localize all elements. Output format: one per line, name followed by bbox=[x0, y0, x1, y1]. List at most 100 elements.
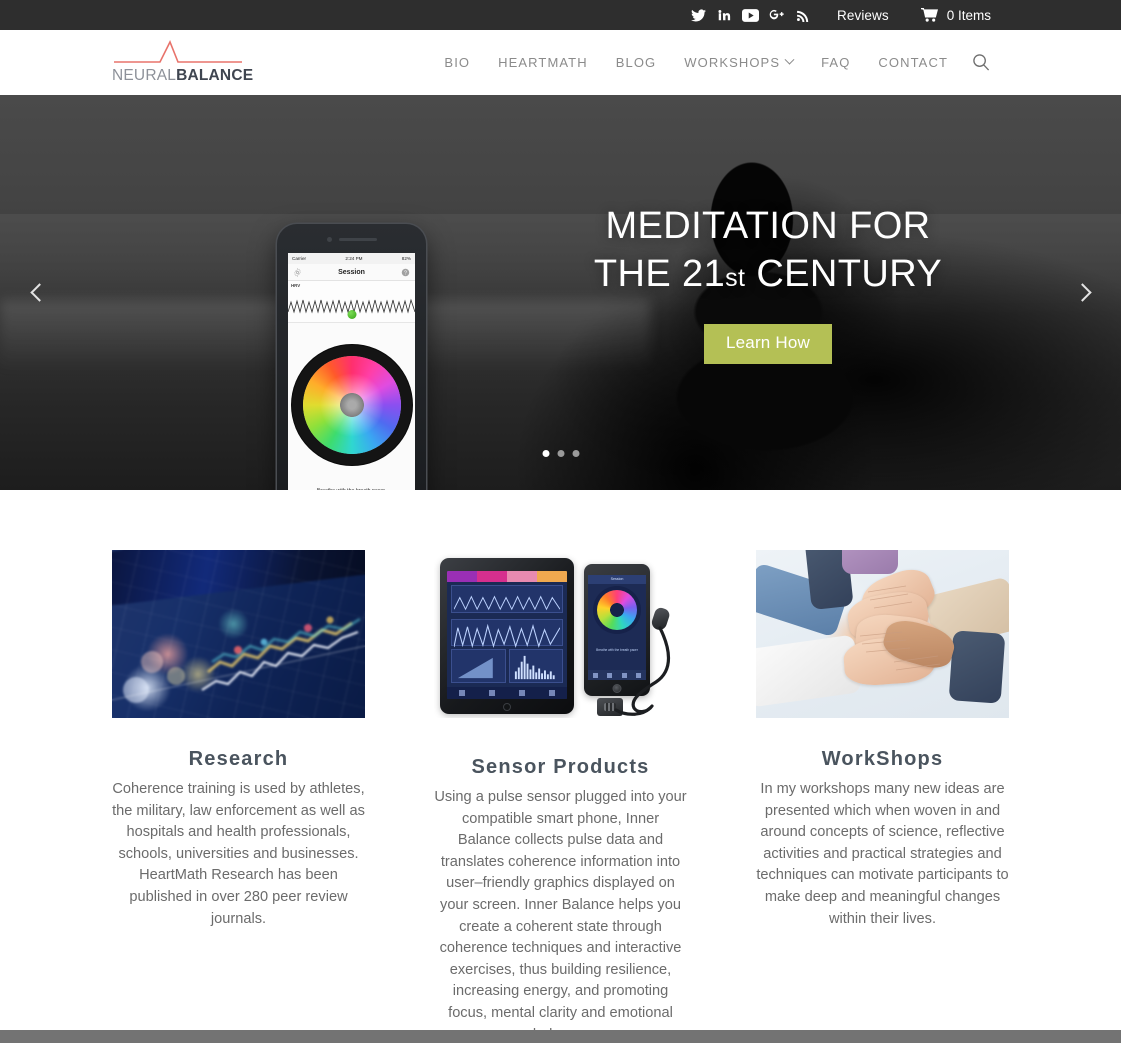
iphone-screen: Session Breathe with the breath pacer bbox=[588, 575, 646, 680]
hrv-label: HRV bbox=[291, 283, 301, 288]
ipad-achievement-chart bbox=[457, 657, 493, 679]
cart-count-label: 0 Items bbox=[946, 7, 991, 23]
linkedin-icon[interactable] bbox=[711, 0, 737, 30]
site-logo[interactable]: NEURALBALANCE bbox=[112, 40, 253, 85]
search-icon[interactable] bbox=[972, 53, 991, 72]
phone-speaker bbox=[326, 237, 377, 242]
nav-item-workshops[interactable]: WORKSHOPS bbox=[670, 54, 807, 70]
card-research-title: Research bbox=[188, 748, 289, 770]
help-icon[interactable]: ? bbox=[401, 268, 410, 277]
feature-cards: Research Coherence training is used by a… bbox=[0, 490, 1121, 1046]
iphone-home-button bbox=[612, 684, 622, 693]
ipad-spectrum-chart bbox=[514, 655, 555, 680]
ipad-pulse-wave bbox=[454, 623, 560, 648]
google-plus-icon[interactable] bbox=[763, 0, 789, 30]
carrier-label: Carrier bbox=[292, 256, 307, 261]
nav-item-heartmath-label: HEARTMATH bbox=[498, 55, 588, 70]
social-links bbox=[685, 0, 815, 30]
hero-headline-line1: MEDITATION FOR bbox=[605, 205, 931, 248]
nav-item-bio[interactable]: BIO bbox=[430, 55, 484, 70]
slider-prev-arrow[interactable] bbox=[22, 276, 56, 310]
battery-label: 82% bbox=[401, 256, 411, 261]
ipad-home-button bbox=[503, 703, 511, 711]
research-chart-photo[interactable] bbox=[112, 550, 365, 718]
nav-menu: BIO HEARTMATH BLOG WORKSHOPS FAQ CONTACT bbox=[430, 53, 991, 72]
nav-item-heartmath[interactable]: HEARTMATH bbox=[484, 55, 602, 70]
svg-text:?: ? bbox=[404, 270, 407, 276]
rss-icon[interactable] bbox=[789, 0, 815, 30]
slider-next-arrow[interactable] bbox=[1065, 276, 1099, 310]
ipad-screen bbox=[447, 571, 567, 699]
twitter-icon[interactable] bbox=[685, 0, 711, 30]
chevron-right-icon bbox=[1072, 283, 1092, 302]
hero-headline-line2-b: CENTURY bbox=[745, 252, 943, 295]
ipad-spectrum-panel bbox=[508, 649, 563, 683]
breath-pacer-text: Breathe with the breath pacer. bbox=[288, 485, 415, 490]
logo-word-balance: BALANCE bbox=[176, 67, 254, 84]
sensor-devices-photo[interactable]: Session Breathe with the breath pacer bbox=[434, 550, 687, 718]
youtube-icon[interactable] bbox=[737, 0, 763, 30]
iphone-tab-icon bbox=[592, 672, 598, 678]
card-sensor-products-title: Sensor Products bbox=[471, 756, 650, 778]
hero-headline: MEDITATION FOR THE 21st CENTURY bbox=[594, 203, 942, 297]
card-workshops-title: WorkShops bbox=[821, 748, 944, 770]
cart-link[interactable]: 0 Items bbox=[920, 7, 991, 23]
iphone-tab-bar bbox=[588, 670, 646, 680]
slider-pagination bbox=[542, 450, 579, 457]
slider-dot-1[interactable] bbox=[542, 450, 549, 457]
nav-item-bio-label: BIO bbox=[444, 55, 471, 70]
chevron-down-icon bbox=[784, 54, 795, 65]
hrv-chart: HRV bbox=[288, 281, 415, 323]
ipad-tab bbox=[477, 571, 507, 582]
ipad-tab-icon bbox=[459, 690, 465, 696]
footer-strip bbox=[0, 1030, 1121, 1043]
hands-detail bbox=[859, 585, 941, 671]
iphone-color-wheel bbox=[597, 590, 637, 630]
ipad-hrv-panel bbox=[451, 585, 563, 613]
chevron-left-icon bbox=[29, 283, 49, 302]
ipad-hrv-wave bbox=[454, 595, 560, 611]
ipad-achievement-panel bbox=[451, 649, 506, 683]
gear-icon[interactable] bbox=[293, 267, 302, 277]
ipad-tab-icon bbox=[519, 690, 525, 696]
iphone-tab-icon bbox=[621, 672, 627, 678]
slider-dot-2[interactable] bbox=[557, 450, 564, 457]
phone-mockup: Carrier 2:24 PM 82% Session ? HRV Breath… bbox=[277, 224, 426, 490]
card-research-body: Coherence training is used by athletes, … bbox=[112, 781, 365, 927]
hero-headline-line2-a: THE 21 bbox=[593, 252, 726, 295]
ipad-tab bbox=[447, 571, 477, 582]
iphone-caption: Breathe with the breath pacer bbox=[596, 648, 638, 652]
card-workshops-body: In my workshops many new ideas are prese… bbox=[756, 781, 1009, 927]
ipad-tab-bar bbox=[447, 687, 567, 699]
logo-ecg-mark bbox=[114, 40, 242, 63]
slider-dot-3[interactable] bbox=[572, 450, 579, 457]
ipad-pulse-panel bbox=[451, 618, 563, 648]
reviews-link[interactable]: Reviews bbox=[837, 8, 889, 23]
ear-clip-sensor bbox=[649, 606, 672, 632]
iphone-tab-icon bbox=[607, 672, 613, 678]
nav-item-faq[interactable]: FAQ bbox=[807, 55, 864, 70]
learn-how-button[interactable]: Learn How bbox=[703, 323, 832, 364]
main-navigation-bar: NEURALBALANCE BIO HEARTMATH BLOG WORKSHO… bbox=[0, 30, 1121, 95]
pulse-sensor-plug bbox=[597, 698, 623, 716]
phone-camera-icon bbox=[326, 237, 332, 242]
ipad-tab-icon bbox=[549, 690, 555, 696]
clock-label: 2:24 PM bbox=[345, 256, 363, 261]
hero-slider: Carrier 2:24 PM 82% Session ? HRV Breath… bbox=[0, 95, 1121, 490]
nav-item-faq-label: FAQ bbox=[821, 55, 851, 70]
cart-icon bbox=[920, 8, 938, 22]
workshops-hands-photo[interactable] bbox=[756, 550, 1009, 718]
ipad-tab-strip bbox=[447, 571, 567, 582]
nav-item-workshops-label: WORKSHOPS bbox=[684, 55, 781, 70]
color-wheel bbox=[302, 356, 401, 455]
card-sensor-products: Session Breathe with the breath pacer Se… bbox=[434, 550, 687, 1046]
nav-item-contact[interactable]: CONTACT bbox=[864, 55, 962, 70]
ipad-device bbox=[440, 558, 574, 714]
logo-wordmark: NEURALBALANCE bbox=[112, 67, 253, 85]
hero-headline-line2: THE 21st CENTURY bbox=[594, 251, 942, 298]
card-research: Research Coherence training is used by a… bbox=[112, 550, 365, 1046]
iphone-tab-icon bbox=[636, 672, 642, 678]
nav-item-blog[interactable]: BLOG bbox=[602, 55, 671, 70]
nav-item-contact-label: CONTACT bbox=[878, 55, 948, 70]
coherence-wheel-area bbox=[288, 323, 415, 485]
